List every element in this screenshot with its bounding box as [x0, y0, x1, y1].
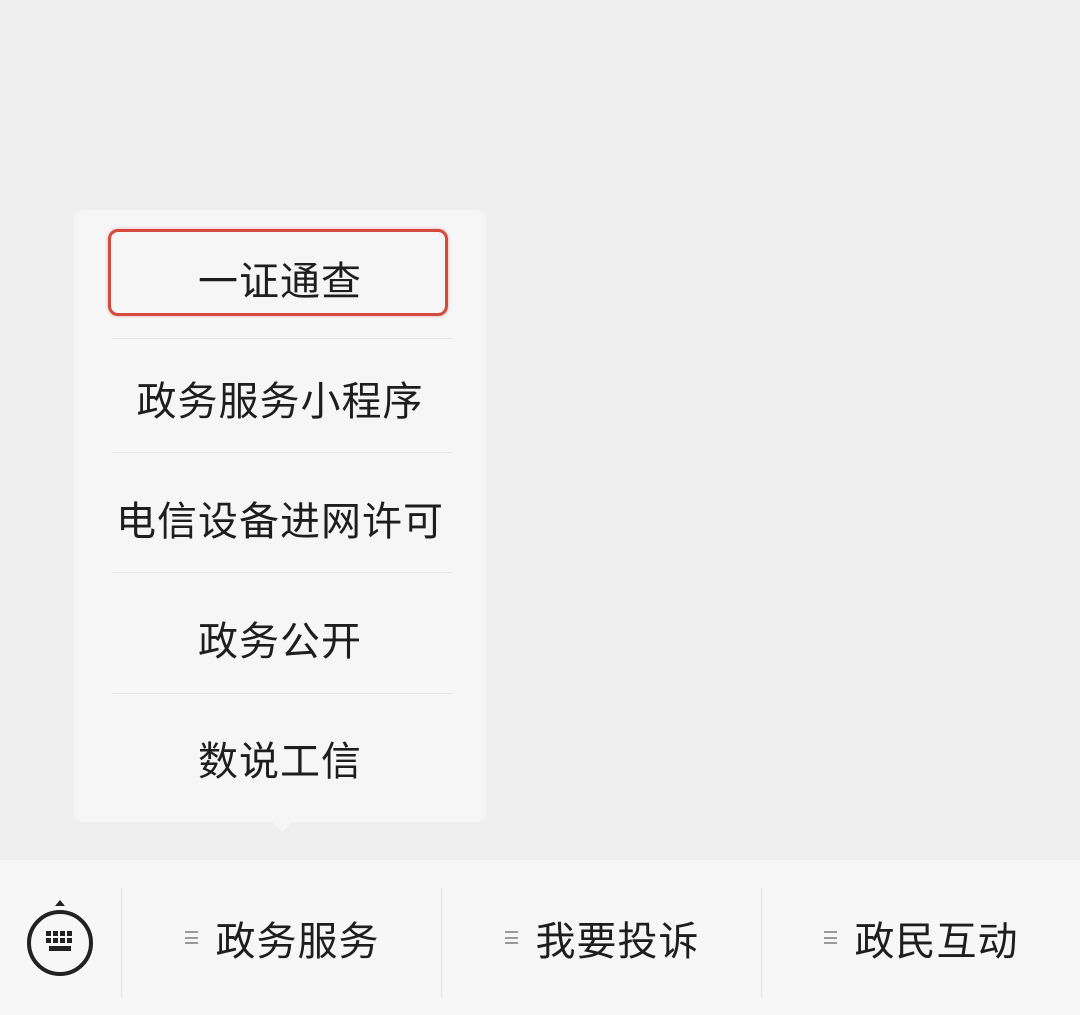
- tab-label: 政务服务: [215, 918, 380, 965]
- menu-item-label: 政务公开: [198, 619, 362, 665]
- menu-item-label: 一证通查: [198, 259, 362, 305]
- popup-menu: 一证通查 政务服务小程序 电信设备进网许可 政务公开 数说工信: [74, 210, 486, 822]
- keyboard-toggle-button[interactable]: [0, 860, 120, 1015]
- tab-zhengwu-fuwu[interactable]: 政务服务: [122, 860, 442, 1015]
- menu-icon: [184, 931, 198, 944]
- menu-item-shushuo-gongxin[interactable]: 数说工信: [74, 698, 486, 818]
- menu-item-label: 电信设备进网许可: [116, 499, 444, 545]
- menu-item-zhengwu-gongkai[interactable]: 政务公开: [74, 578, 486, 698]
- menu-divider: [112, 572, 452, 573]
- menu-item-zhengwu-miniprogram[interactable]: 政务服务小程序: [74, 338, 486, 458]
- menu-item-label: 数说工信: [198, 739, 362, 785]
- menu-item-label: 政务服务小程序: [136, 379, 424, 425]
- tab-interaction[interactable]: 政民互动: [762, 860, 1080, 1015]
- bottom-menu-bar: 政务服务 我要投诉 政民互动: [0, 860, 1080, 1015]
- menu-item-yizhengtongcha[interactable]: 一证通查: [74, 218, 486, 338]
- tab-label: 政民互动: [854, 918, 1019, 965]
- menu-divider: [112, 693, 452, 694]
- menu-icon: [823, 931, 837, 944]
- menu-icon: [504, 931, 518, 944]
- tab-label: 我要投诉: [535, 918, 700, 965]
- menu-item-device-license[interactable]: 电信设备进网许可: [74, 458, 486, 578]
- keyboard-icon: [27, 899, 93, 976]
- popup-arrow: [268, 818, 296, 832]
- menu-divider: [112, 452, 452, 453]
- tab-complaint[interactable]: 我要投诉: [442, 860, 762, 1015]
